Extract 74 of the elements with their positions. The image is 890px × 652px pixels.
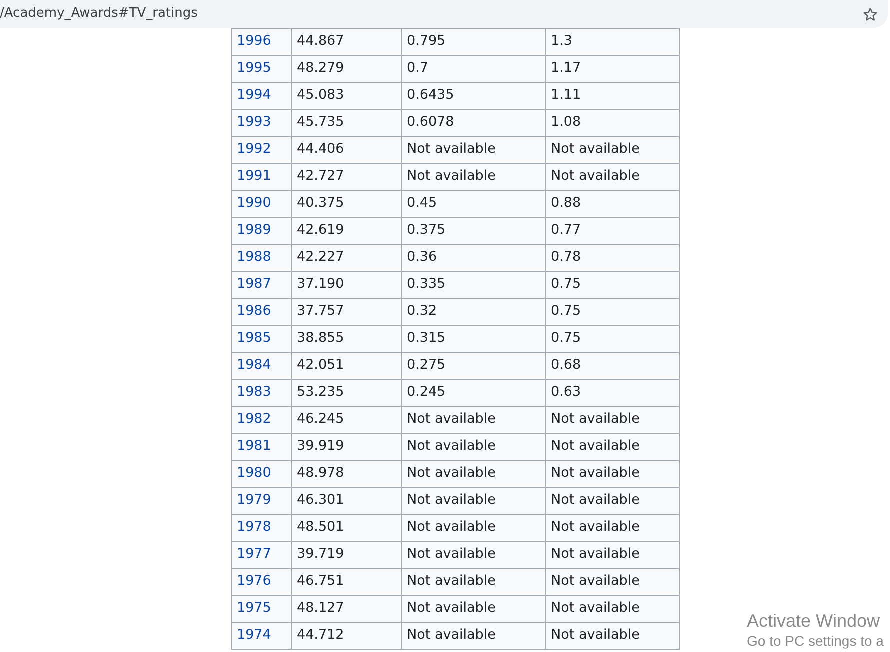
table-cell: 48.978 xyxy=(292,460,402,488)
table-cell: 44.712 xyxy=(292,622,402,650)
table-cell: 40.375 xyxy=(292,190,402,218)
table-cell: 0.36 xyxy=(402,244,546,272)
table-cell: 38.855 xyxy=(292,326,402,352)
table-cell: 0.315 xyxy=(402,326,546,352)
table-cell: 46.751 xyxy=(292,568,402,596)
table-cell: 1.17 xyxy=(546,56,680,82)
table-cell: Not available xyxy=(546,406,680,434)
table-cell: Not available xyxy=(402,542,546,568)
table-cell: 0.7 xyxy=(402,56,546,82)
table-cell: 0.245 xyxy=(402,380,546,406)
table-cell: Not available xyxy=(402,434,546,460)
table-cell: 0.77 xyxy=(546,218,680,244)
url-text: /Academy_Awards#TV_ratings xyxy=(0,5,198,24)
table-cell: 1.3 xyxy=(546,28,680,56)
table-cell: 1.11 xyxy=(546,82,680,110)
table-cell: 0.63 xyxy=(546,380,680,406)
table-cell: Not available xyxy=(402,514,546,542)
table-cell: 0.6078 xyxy=(402,110,546,136)
table-cell: Not available xyxy=(402,406,546,434)
table-cell: 42.619 xyxy=(292,218,402,244)
table-cell: 42.051 xyxy=(292,352,402,380)
table-cell: Not available xyxy=(402,622,546,650)
table-cell: Not available xyxy=(546,568,680,596)
table-cell: Not available xyxy=(402,136,546,164)
table-cell: Not available xyxy=(402,568,546,596)
table-cell: 0.88 xyxy=(546,190,680,218)
table-cell: 45.735 xyxy=(292,110,402,136)
address-bar[interactable]: /Academy_Awards#TV_ratings xyxy=(0,0,888,28)
table-cell: 37.757 xyxy=(292,298,402,326)
star-icon[interactable] xyxy=(863,6,878,22)
table-cell: 0.795 xyxy=(402,28,546,56)
table-cell: 39.919 xyxy=(292,434,402,460)
table-cell: Not available xyxy=(546,488,680,514)
activation-notice-text: Go to PC settings to a xyxy=(747,632,884,650)
table-cell: Not available xyxy=(546,136,680,164)
table-cell: 0.75 xyxy=(546,272,680,298)
table-cell: 0.375 xyxy=(402,218,546,244)
table-cell: 45.083 xyxy=(292,82,402,110)
table-cell: Not available xyxy=(546,542,680,568)
table-cell: 1.08 xyxy=(546,110,680,136)
table-cell: 37.190 xyxy=(292,272,402,298)
table-cell: 0.275 xyxy=(402,352,546,380)
table-cell: Not available xyxy=(546,164,680,190)
table-cell: 0.75 xyxy=(546,298,680,326)
table-cell: 0.45 xyxy=(402,190,546,218)
table-cell: 0.75 xyxy=(546,326,680,352)
table-cell: 0.6435 xyxy=(402,82,546,110)
table-cell: 46.301 xyxy=(292,488,402,514)
table-cell: 0.32 xyxy=(402,298,546,326)
table-cell: Not available xyxy=(402,488,546,514)
table-cell: 48.501 xyxy=(292,514,402,542)
table-cell: 42.227 xyxy=(292,244,402,272)
table-cell: 46.245 xyxy=(292,406,402,434)
activation-notice-title: Activate Window xyxy=(747,610,882,632)
table-cell: Not available xyxy=(546,460,680,488)
table-cell: 48.279 xyxy=(292,56,402,82)
table-cell: Not available xyxy=(546,514,680,542)
table-cell: Not available xyxy=(402,460,546,488)
table-cell: 42.727 xyxy=(292,164,402,190)
table-cell: 0.68 xyxy=(546,352,680,380)
table-cell: Not available xyxy=(402,596,546,622)
table-cell: 0.78 xyxy=(546,244,680,272)
table-cell: 53.235 xyxy=(292,380,402,406)
table-cell: 0.335 xyxy=(402,272,546,298)
table-cell: 39.719 xyxy=(292,542,402,568)
table-cell: 48.127 xyxy=(292,596,402,622)
table-cell: 44.867 xyxy=(292,28,402,56)
table-cell: Not available xyxy=(546,622,680,650)
table-cell: Not available xyxy=(546,596,680,622)
table-cell: Not available xyxy=(402,164,546,190)
table-cell: 44.406 xyxy=(292,136,402,164)
table-cell: Not available xyxy=(546,434,680,460)
